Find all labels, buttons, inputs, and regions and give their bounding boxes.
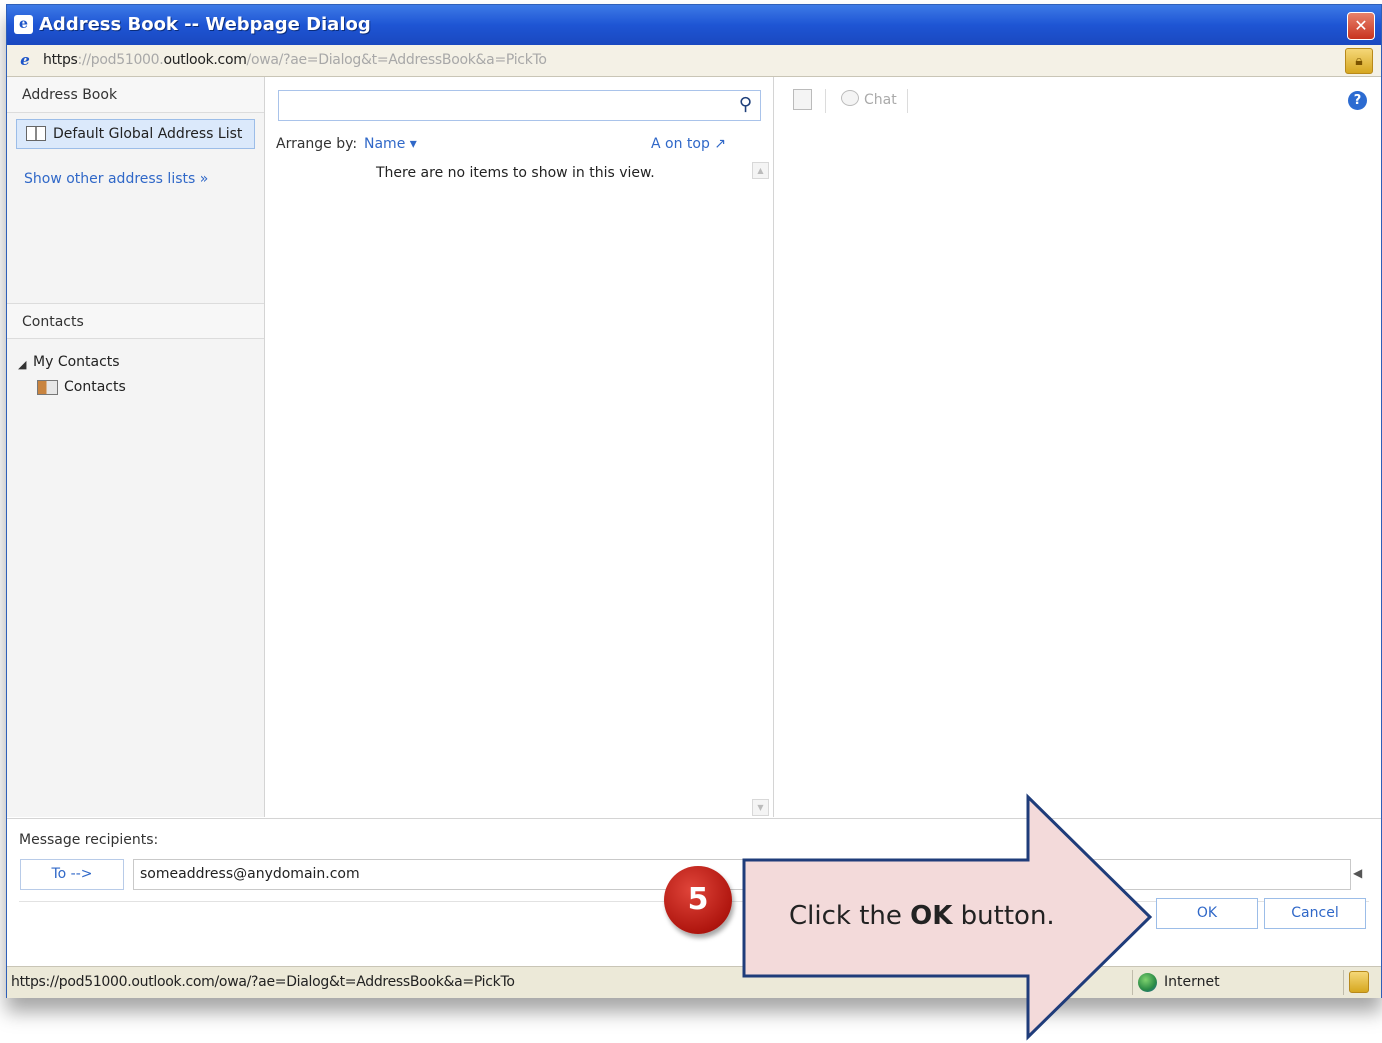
- callout-text-bold: OK: [910, 901, 953, 931]
- step-number-badge: 5: [664, 866, 732, 934]
- callout-text-after: button.: [952, 901, 1055, 931]
- callout-text: Click the OK button.: [789, 901, 1055, 931]
- callout-text-before: Click the: [789, 901, 911, 931]
